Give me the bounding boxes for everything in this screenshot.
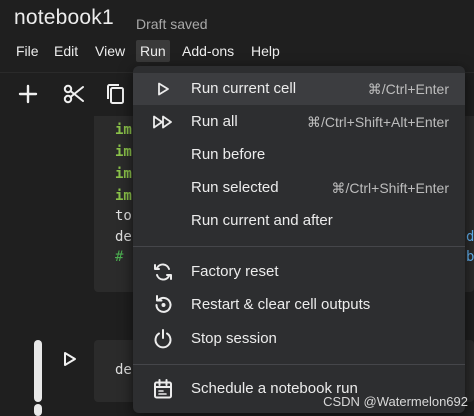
calendar-icon — [151, 378, 175, 400]
scissors-icon — [63, 84, 84, 104]
run-menu-dropdown: Run current cell ⌘/Ctrl+Enter Run all ⌘/… — [133, 66, 465, 413]
add-cell-button[interactable] — [15, 81, 41, 107]
cell-selection-bar — [34, 404, 42, 416]
power-icon — [151, 328, 175, 350]
code-line: im — [115, 144, 132, 160]
code-fragment: d — [466, 229, 474, 245]
menu-item-run-before[interactable]: Run before — [133, 139, 465, 171]
menu-item-label: Run before — [191, 146, 266, 163]
cell-selection-bar — [34, 340, 42, 402]
shortcut-label: ⌘/Ctrl+Shift+Alt+Enter — [306, 114, 449, 130]
menu-item-run-all[interactable]: Run all ⌘/Ctrl+Shift+Alt+Enter — [133, 106, 465, 138]
fast-forward-icon — [151, 111, 175, 133]
menu-view[interactable]: View — [91, 40, 129, 62]
code-line: de — [115, 229, 132, 245]
menu-item-label: Run current cell — [191, 80, 297, 97]
menu-item-stop-session[interactable]: Stop session — [133, 323, 465, 355]
shortcut-label: ⌘/Ctrl+Shift+Enter — [331, 180, 450, 196]
menu-file[interactable]: File — [12, 40, 43, 62]
menu-item-factory-reset[interactable]: Factory reset — [133, 256, 465, 288]
code-line: im — [115, 166, 132, 182]
menu-item-label: Factory reset — [191, 263, 279, 280]
code-fragment: b — [466, 249, 474, 265]
menu-item-restart-clear-outputs[interactable]: Restart & clear cell outputs — [133, 289, 465, 321]
code-line: im — [115, 188, 132, 204]
copy-icon — [107, 84, 124, 104]
menu-add-ons[interactable]: Add-ons — [178, 40, 238, 62]
cut-button[interactable] — [61, 81, 87, 107]
menu-item-label: Run current and after — [191, 212, 333, 229]
notebook-title[interactable]: notebook1 — [14, 6, 114, 30]
menu-item-label: Restart & clear cell outputs — [191, 296, 371, 313]
menu-divider — [133, 246, 465, 247]
menu-edit[interactable]: Edit — [50, 40, 82, 62]
play-icon — [151, 78, 175, 100]
save-status: Draft saved — [136, 16, 208, 32]
code-line: im — [115, 122, 132, 138]
restart-icon — [151, 294, 175, 316]
menu-item-label: Run selected — [191, 179, 279, 196]
watermark-text: CSDN @Watermelon692 — [323, 394, 468, 409]
code-line: to — [115, 208, 132, 224]
play-icon — [64, 352, 76, 366]
menu-item-label: Stop session — [191, 330, 277, 347]
code-line: de — [115, 362, 132, 378]
menu-help[interactable]: Help — [247, 40, 284, 62]
refresh-icon — [151, 261, 175, 283]
menu-item-label: Run all — [191, 113, 238, 130]
menu-run[interactable]: Run — [136, 40, 170, 62]
plus-icon — [18, 84, 38, 104]
copy-button[interactable] — [102, 81, 128, 107]
shortcut-label: ⌘/Ctrl+Enter — [367, 81, 449, 97]
code-comment: # — [115, 249, 124, 265]
run-cell-button[interactable] — [60, 350, 78, 368]
menu-item-run-current-cell[interactable]: Run current cell ⌘/Ctrl+Enter — [133, 73, 465, 105]
menu-divider — [133, 364, 465, 365]
menu-item-run-current-and-after[interactable]: Run current and after — [133, 205, 465, 237]
menu-item-run-selected[interactable]: Run selected ⌘/Ctrl+Shift+Enter — [133, 172, 465, 204]
